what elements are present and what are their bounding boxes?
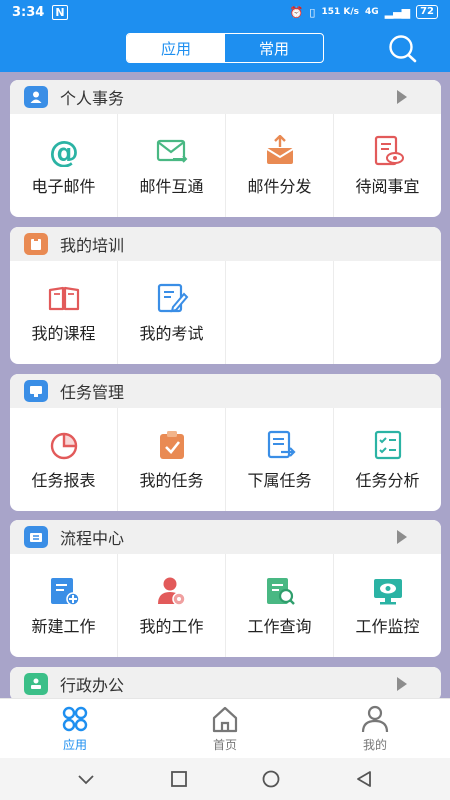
recents-icon[interactable] [169,769,189,789]
person-icon [24,86,48,108]
at-icon: @ [49,135,79,167]
section-header[interactable]: 行政办公 [10,667,441,698]
status-time: 3:34 [12,4,45,20]
document-view-icon [374,135,404,165]
section-title: 个人事务 [60,89,125,108]
app-subordinate-tasks[interactable]: 下属任务 [226,408,334,511]
battery-indicator: 72 [416,5,438,19]
clipboard-icon [24,233,48,255]
subtask-icon [267,430,296,458]
home-icon [212,706,238,732]
app-my-work[interactable]: 我的工作 [118,554,226,657]
app-label: 我的考试 [139,323,204,343]
expand-arrow-icon[interactable] [397,530,407,544]
vibrate-icon: ▯ [309,5,316,19]
alarm-icon: ⏰ [289,5,304,19]
app-content: 个人事务 @ 电子邮件 邮件互通 邮件分发 待阅事宜 我的培训 我的课程 我的考… [0,72,450,698]
app-label: 邮件互通 [139,176,204,196]
app-work-query[interactable]: 工作查询 [226,554,334,657]
app-label: 任务报表 [31,470,96,490]
section-task-management: 任务管理 任务报表 我的任务 下属任务 任务分析 [10,374,441,511]
search-icon[interactable] [386,34,418,64]
mail-send-icon [265,134,294,164]
search-document-icon [266,577,295,605]
app-label: 下属任务 [247,470,312,490]
section-header[interactable]: 我的培训 [10,227,441,261]
app-label: 我的任务 [139,470,204,490]
system-nav-bar [0,758,450,800]
notification-icon: N [52,4,68,20]
app-my-exams[interactable]: 我的考试 [118,261,226,364]
section-header[interactable]: 个人事务 [10,80,441,114]
app-work-monitor[interactable]: 工作监控 [334,554,441,657]
signal-icon: ▂▄▆ [384,5,411,19]
app-my-tasks[interactable]: 我的任务 [118,408,226,511]
tab-label: 应用 [62,737,87,752]
tab-apps[interactable]: 应用 [0,699,150,758]
app-my-courses[interactable]: 我的课程 [10,261,118,364]
network-type: 4G [365,7,379,17]
segment-apps[interactable]: 应用 [127,34,225,62]
app-label: 待阅事宜 [355,176,420,196]
section-header[interactable]: 任务管理 [10,374,441,408]
expand-arrow-icon[interactable] [397,677,407,691]
empty-slot [334,261,441,364]
section-title: 我的培训 [60,236,125,255]
app-pending-read[interactable]: 待阅事宜 [334,114,441,217]
segment-control: 应用 常用 [126,33,324,63]
app-task-analysis[interactable]: 任务分析 [334,408,441,511]
monitor-icon [24,380,48,402]
app-email[interactable]: @ 电子邮件 [10,114,118,217]
app-label: 我的课程 [31,323,96,343]
section-workflow-center: 流程中心 新建工作 我的工作 工作查询 工作监控 [10,520,441,657]
checklist-icon [374,430,401,459]
home-circle-icon[interactable] [261,769,281,789]
profile-icon [361,705,389,732]
tab-label: 首页 [212,737,237,752]
app-task-report[interactable]: 任务报表 [10,408,118,511]
apps-icon [62,706,88,731]
segment-common[interactable]: 常用 [225,34,323,62]
svg-text:@: @ [49,135,79,167]
pie-chart-icon [50,432,77,459]
task-check-icon [159,430,184,459]
app-mail-exchange[interactable]: 邮件互通 [118,114,226,217]
app-label: 工作监控 [355,616,420,636]
chevron-down-icon[interactable] [76,769,96,789]
monitor-eye-icon [373,578,402,604]
app-new-work[interactable]: 新建工作 [10,554,118,657]
mail-exchange-icon [156,139,187,163]
expand-arrow-icon[interactable] [397,90,407,104]
back-icon[interactable] [354,769,374,789]
new-work-icon [50,577,80,606]
status-bar: 3:34 N ⏰ ▯ 151 K/s 4G ▂▄▆ 72 [0,0,450,24]
app-mail-send[interactable]: 邮件分发 [226,114,334,217]
net-speed: 151 K/s [321,7,360,17]
app-label: 邮件分发 [247,176,312,196]
app-label: 新建工作 [31,616,96,636]
section-title: 任务管理 [60,383,125,402]
section-personal-affairs: 个人事务 @ 电子邮件 邮件互通 邮件分发 待阅事宜 [10,80,441,217]
book-icon [48,286,79,310]
tab-label: 我的 [362,737,387,752]
section-title: 流程中心 [60,529,125,548]
workflow-icon [24,526,48,548]
tab-home[interactable]: 首页 [150,699,300,758]
section-my-training: 我的培训 我的课程 我的考试 [10,227,441,364]
app-label: 任务分析 [355,470,420,490]
section-title: 行政办公 [60,676,125,695]
empty-slot [226,261,334,364]
bottom-tab-bar: 应用 首页 我的 [0,698,450,758]
tab-mine[interactable]: 我的 [300,699,450,758]
app-header: 应用 常用 [0,24,450,72]
exam-edit-icon [157,283,188,312]
app-label: 工作查询 [247,616,312,636]
app-label: 我的工作 [139,616,204,636]
section-header[interactable]: 流程中心 [10,520,441,554]
section-administration: 行政办公 [10,667,441,698]
admin-icon [24,673,48,695]
user-work-icon [157,577,186,606]
app-label: 电子邮件 [31,176,96,196]
